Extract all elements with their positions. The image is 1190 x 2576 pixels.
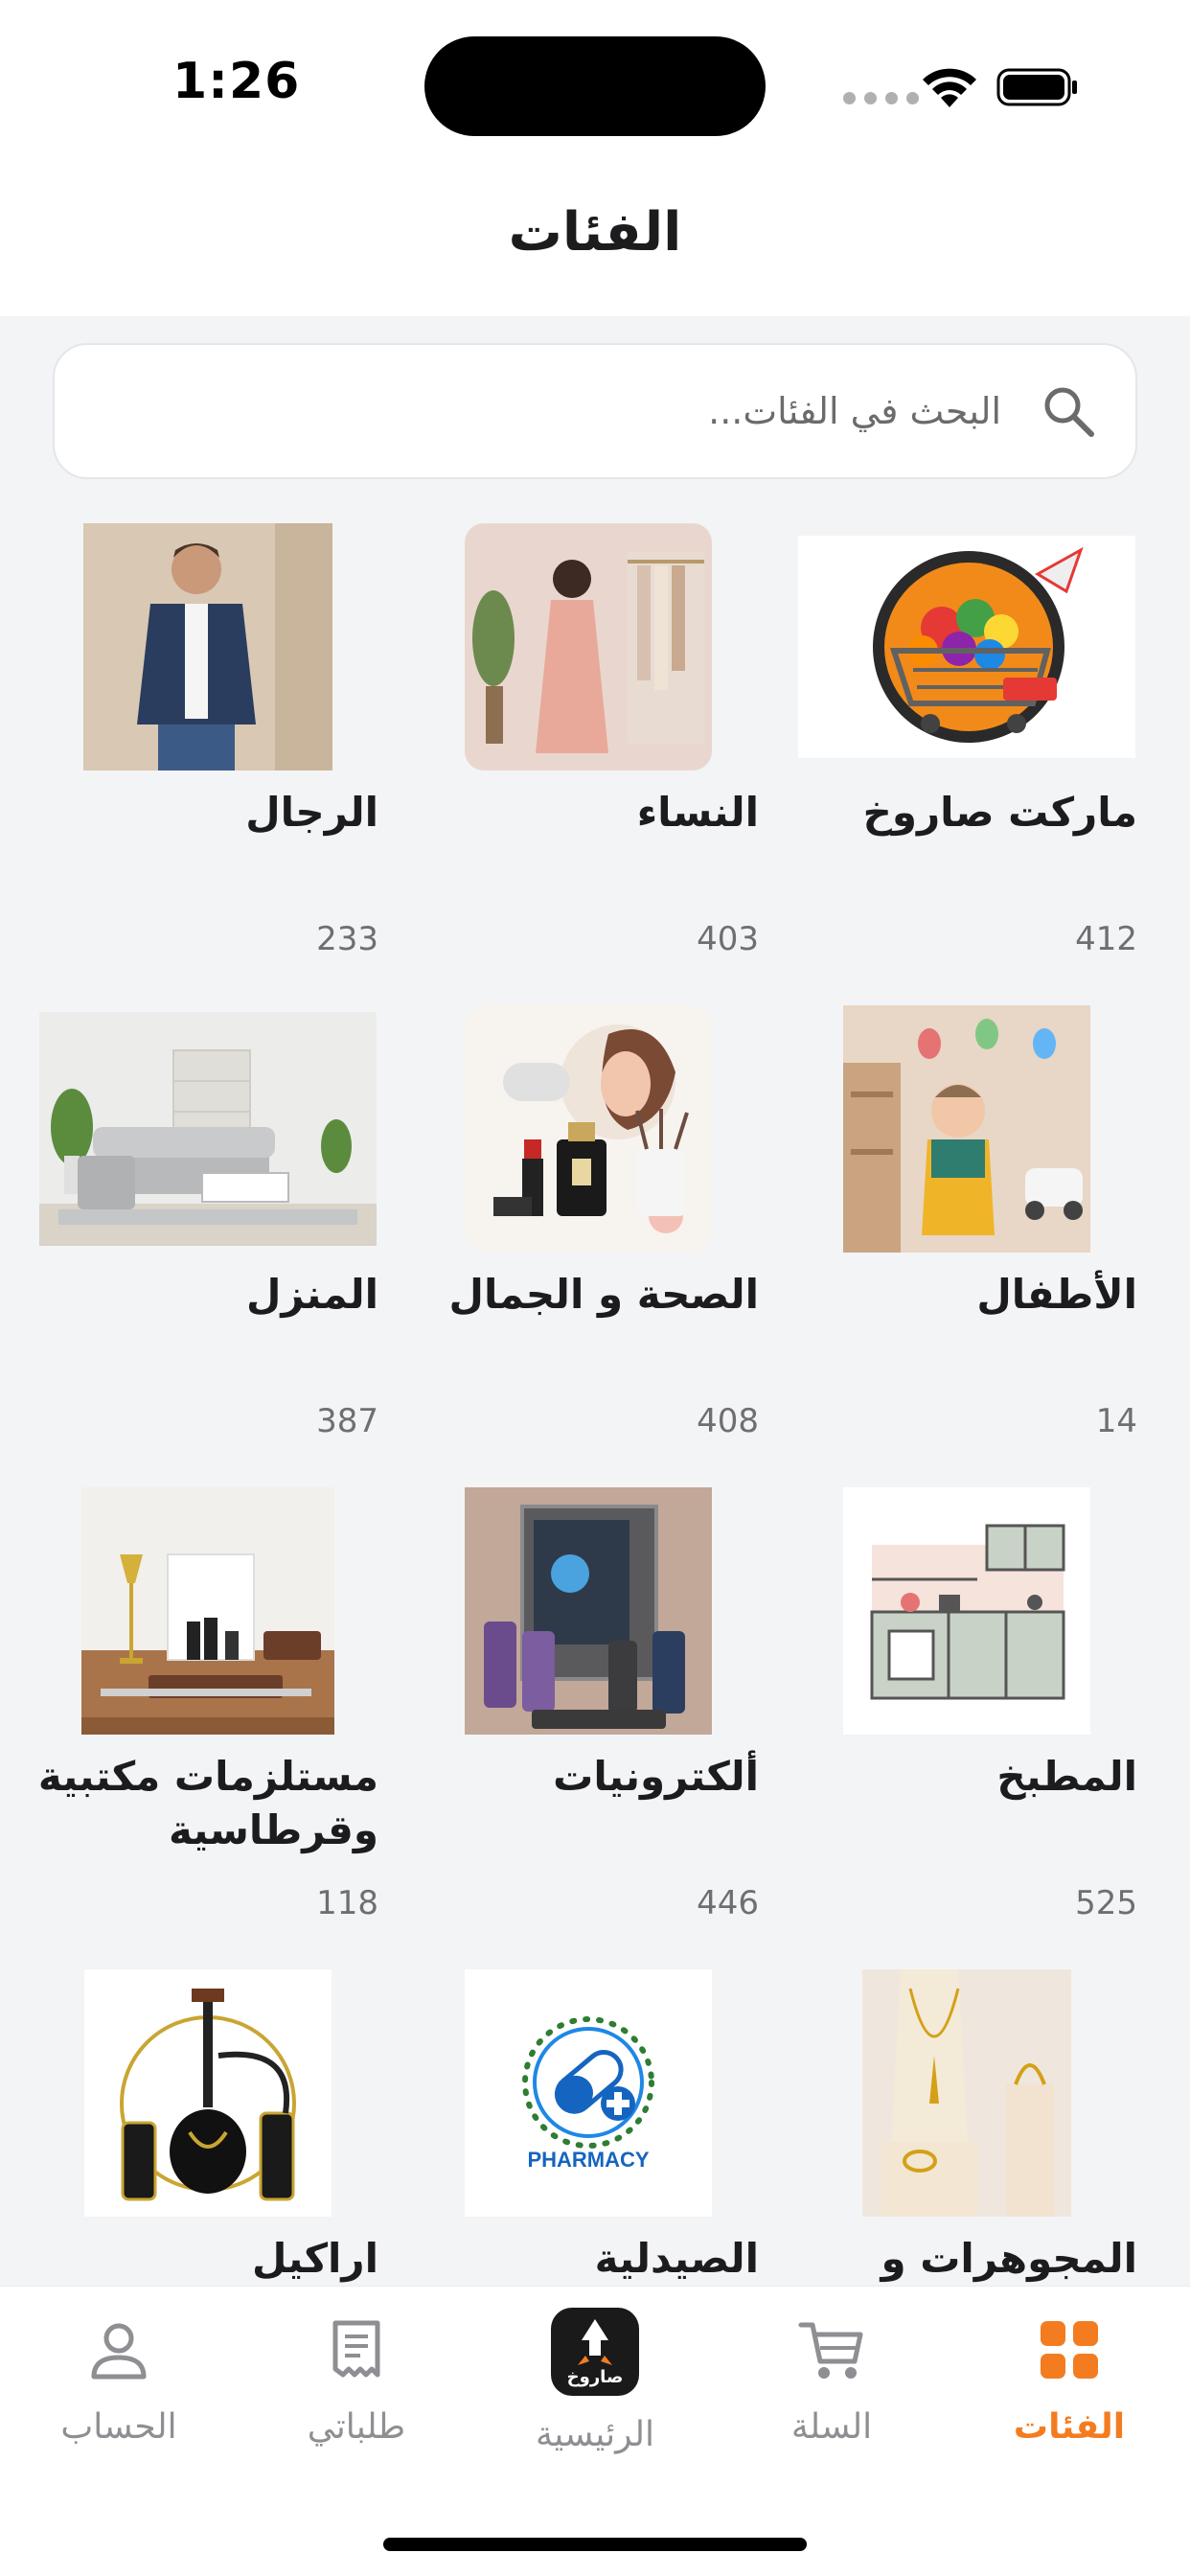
- men-fashion-image: [37, 523, 378, 770]
- category-count: 14: [1095, 1402, 1137, 1440]
- tab-label: الرئيسية: [536, 2415, 654, 2454]
- category-card-home[interactable]: المنزل 387: [5, 990, 378, 1472]
- category-card-men[interactable]: الرجال 233: [5, 508, 378, 990]
- office-supplies-image: [37, 1487, 378, 1735]
- category-name: الأطفال: [976, 1271, 1137, 1318]
- category-card-kitchen[interactable]: المطبخ 525: [759, 1472, 1137, 1954]
- category-card-electronics[interactable]: ألكترونيات 446: [378, 1472, 759, 1954]
- screen: 1:26 الفئات البحث في الفئات... ماركت صار…: [0, 0, 1190, 2576]
- tab-home[interactable]: صاروخ الرئيسية: [499, 2308, 691, 2454]
- beauty-image: [418, 1005, 759, 1253]
- status-bar: 1:26: [0, 0, 1190, 163]
- category-name: اراكيل: [251, 2235, 378, 2282]
- category-count: 403: [697, 920, 759, 958]
- saroukh-logo: صاروخ: [551, 2308, 639, 2396]
- tab-label: السلة: [790, 2407, 873, 2447]
- category-name: الصيدلية: [594, 2235, 759, 2282]
- receipt-icon: [332, 2320, 380, 2378]
- pharmacy-image: PHARMACY: [418, 1969, 759, 2217]
- page-title: الفئات: [508, 201, 682, 264]
- kids-image: [796, 1005, 1137, 1253]
- tab-label: الفئات: [1013, 2407, 1126, 2447]
- category-name: ألكترونيات: [553, 1753, 759, 1800]
- category-count: 408: [697, 1402, 759, 1440]
- tab-categories[interactable]: الفئات: [973, 2315, 1165, 2447]
- home-indicator: [383, 2538, 807, 2551]
- kitchen-image: [796, 1487, 1137, 1735]
- category-count: 233: [316, 920, 378, 958]
- category-count: 118: [316, 1884, 378, 1922]
- bottom-tab-bar: الفئات السلة صاروخ الرئيسية طلباتي الحسا…: [0, 2286, 1190, 2576]
- dynamic-island: [424, 36, 766, 136]
- category-name: المطبخ: [996, 1753, 1137, 1800]
- category-count: 387: [316, 1402, 378, 1440]
- search-icon: [1044, 387, 1094, 437]
- search-input[interactable]: [139, 390, 1001, 432]
- status-time: 1:26: [172, 53, 301, 110]
- category-count: 412: [1075, 920, 1137, 958]
- women-fashion-image: [418, 523, 759, 770]
- category-card-women[interactable]: النساء 403: [378, 508, 759, 990]
- tab-label: الحساب: [60, 2407, 177, 2447]
- category-card-beauty[interactable]: الصحة و الجمال 408: [378, 990, 759, 1472]
- shopping-cart-icon: [798, 2322, 863, 2379]
- battery-icon: [996, 68, 1077, 106]
- cellular-signal-icon: [843, 92, 919, 104]
- wifi-icon: [923, 68, 976, 107]
- category-card-market[interactable]: ماركت صاروخ 412: [759, 508, 1137, 990]
- jewelry-image: [796, 1969, 1137, 2217]
- tab-account[interactable]: الحساب: [23, 2315, 215, 2447]
- category-count: 525: [1075, 1884, 1137, 1922]
- tab-label: طلباتي: [307, 2407, 406, 2447]
- category-card-kids[interactable]: الأطفال 14: [759, 990, 1137, 1472]
- search-bar[interactable]: [53, 343, 1137, 479]
- category-name: المجوهرات و: [881, 2235, 1137, 2282]
- home-sofa-image: [37, 1012, 378, 1246]
- category-name: مستلزمات مكتبية وقرطاسية: [37, 1753, 378, 1853]
- category-name: الرجال: [245, 789, 378, 836]
- grid-icon: [1041, 2321, 1098, 2379]
- category-name: ماركت صاروخ: [862, 789, 1137, 836]
- category-count: 446: [697, 1884, 759, 1922]
- hookah-image: [37, 1969, 378, 2217]
- category-card-office[interactable]: مستلزمات مكتبية وقرطاسية 118: [5, 1472, 378, 1954]
- tab-cart[interactable]: السلة: [736, 2315, 927, 2447]
- category-grid: ماركت صاروخ 412 النساء 403 الرجال 233 ال…: [0, 508, 1190, 2436]
- shopping-cart-image: [796, 532, 1137, 762]
- category-name: المنزل: [245, 1271, 378, 1318]
- electronics-image: [418, 1487, 759, 1735]
- category-name: الصحة و الجمال: [448, 1271, 759, 1318]
- logo-text: صاروخ: [567, 2367, 624, 2387]
- user-icon: [91, 2323, 147, 2380]
- category-name: النساء: [636, 789, 759, 836]
- pharmacy-logo-text: PHARMACY: [527, 2148, 649, 2172]
- tab-orders[interactable]: طلباتي: [261, 2315, 452, 2447]
- page-header: الفئات: [0, 163, 1190, 316]
